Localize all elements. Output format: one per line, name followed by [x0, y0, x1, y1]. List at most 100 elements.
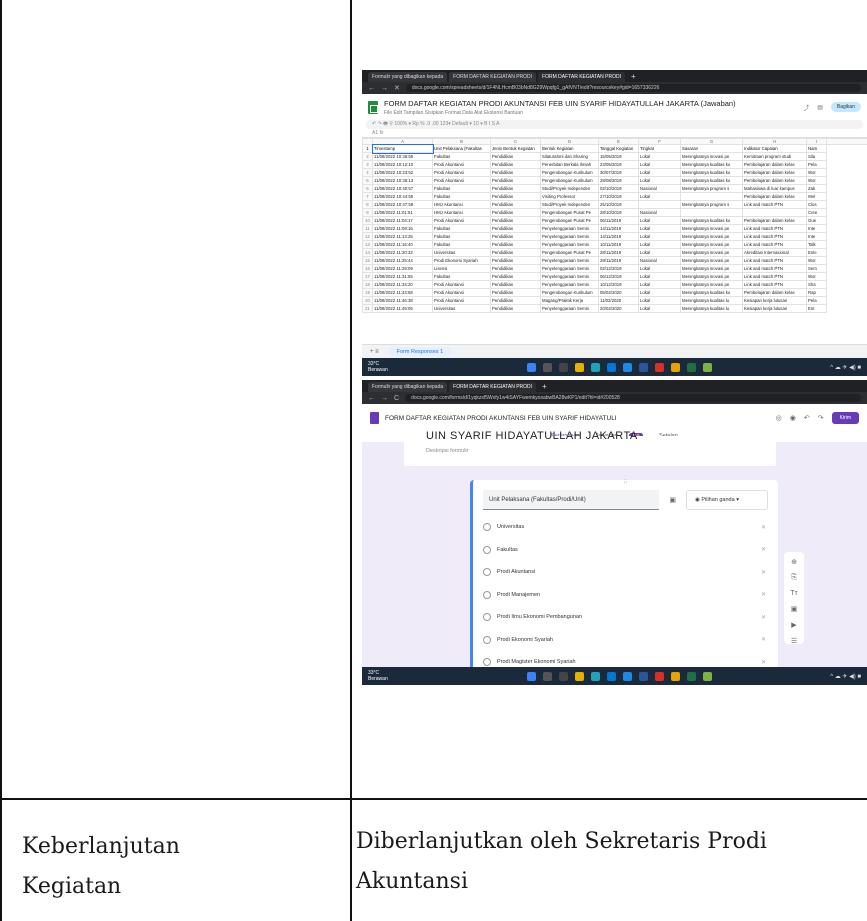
table-cell[interactable]: Meningkatnya kualitas lu	[680, 296, 743, 305]
trend-icon[interactable]: ⤴	[803, 103, 809, 112]
pdf-icon[interactable]	[654, 362, 664, 372]
table-cell[interactable]: Pendidikan	[490, 176, 541, 185]
taskview-icon[interactable]	[558, 362, 568, 372]
option-item[interactable]: Prodi Akuntansi ✕	[483, 561, 778, 584]
formula-bar[interactable]: A1 fx	[362, 129, 867, 138]
table-cell[interactable]: Meningkatnya inovasi pe	[680, 248, 743, 257]
table-cell[interactable]: Link and match PTN	[742, 232, 807, 241]
table-cell[interactable]: Visiting Professor	[540, 192, 599, 201]
close-icon[interactable]: ✕	[761, 569, 766, 576]
browser-tab[interactable]: FORM DAFTAR KEGIATAN PRODI	[449, 72, 537, 82]
undo-icon[interactable]: ↶	[804, 414, 810, 422]
search-icon[interactable]	[542, 671, 552, 681]
comment-icon[interactable]: ▤	[817, 104, 823, 111]
table-cell[interactable]: Lokal	[638, 152, 681, 161]
row-number[interactable]: 15	[362, 256, 373, 265]
table-cell[interactable]: Meningkatnya inovasi pe	[680, 152, 743, 161]
table-cell[interactable]: Wor	[806, 168, 827, 177]
table-cell[interactable]: Penyelenggaraan Semin	[540, 264, 599, 273]
table-cell[interactable]: Link and match PTN	[742, 224, 807, 233]
header-cell[interactable]: Nam	[806, 144, 827, 153]
table-cell[interactable]: 28/08/2019	[598, 176, 639, 185]
pdf-icon[interactable]	[654, 671, 664, 681]
header-cell[interactable]: Timestamp	[371, 143, 434, 154]
table-cell[interactable]: 28/10/2019	[598, 208, 639, 217]
table-cell[interactable]: Pendidikan	[490, 192, 541, 201]
import-icon[interactable]: ⎘	[791, 574, 797, 582]
back-icon[interactable]: ←	[368, 395, 375, 402]
browser-tab[interactable]: Formulir yang dibagikan kepada	[368, 382, 448, 392]
table-cell[interactable]: Enle	[806, 248, 827, 257]
option-label[interactable]: Universitas	[497, 524, 524, 530]
browser-tab-active[interactable]: FORM DAFTAR KEGIATAN PRODI	[538, 72, 625, 82]
table-cell[interactable]: Pendidikan	[490, 248, 541, 257]
table-cell[interactable]: 25/10/2019	[598, 200, 639, 209]
explorer-icon[interactable]	[574, 362, 584, 372]
table-cell[interactable]: Pendidikan	[490, 160, 541, 169]
table-cell[interactable]: Pela	[806, 160, 827, 169]
table-cell[interactable]: Pendidikan	[490, 216, 541, 225]
table-cell[interactable]: Prodi Akuntansi	[432, 288, 491, 297]
table-cell[interactable]: Lokal	[638, 296, 681, 305]
table-cell[interactable]: Akreditasi Internasional	[742, 248, 807, 257]
table-cell[interactable]: 28/11/2019	[598, 248, 639, 257]
table-cell[interactable]: Lokal	[638, 176, 681, 185]
start-icon[interactable]	[526, 671, 536, 681]
option-item[interactable]: Prodi Manajemen ✕	[483, 584, 778, 607]
chrome-icon[interactable]	[670, 362, 680, 372]
option-item[interactable]: Universitas ✕	[483, 516, 778, 539]
table-cell[interactable]: Studi/Proyek Independen	[540, 184, 599, 193]
table-cell[interactable]: Fakultas	[432, 152, 491, 161]
table-cell[interactable]: Prodi Akuntansi	[432, 280, 491, 289]
option-label[interactable]: Prodi Magister Ekonomi Syariah	[497, 659, 576, 665]
edge-icon[interactable]	[590, 362, 600, 372]
table-cell[interactable]: Ent	[806, 304, 827, 313]
row-number[interactable]: 13	[362, 240, 373, 249]
table-cell[interactable]: 14/11/2019	[598, 232, 639, 241]
table-cell[interactable]: Lokal	[638, 272, 681, 281]
table-cell[interactable]: Nasional	[638, 208, 681, 217]
radio-icon[interactable]	[483, 545, 491, 554]
word-icon[interactable]	[638, 362, 648, 372]
table-cell[interactable]: Meningkatnya kualitas ko	[680, 216, 743, 225]
question-type-select[interactable]: ◉ Pilihan ganda ▾	[686, 490, 768, 510]
table-cell[interactable]: Mahasiswa di luar kampus	[742, 184, 807, 193]
table-cell[interactable]: Fakultas	[432, 184, 491, 193]
table-cell[interactable]: 11/08/2022 10:47:58	[372, 200, 433, 209]
table-cell[interactable]: Lokal	[638, 240, 681, 249]
table-cell[interactable]: 11/08/2022 11:46:38	[372, 296, 433, 305]
table-cell[interactable]: Silaturahmi dan Sharing	[540, 152, 599, 161]
table-cell[interactable]: Wel	[806, 192, 827, 201]
table-cell[interactable]: Gue	[806, 216, 827, 225]
table-cell[interactable]: Universitas	[432, 304, 491, 313]
radio-icon[interactable]	[483, 635, 491, 644]
table-cell[interactable]: Meningkatnya inovasi pe	[680, 240, 743, 249]
row-number[interactable]: 4	[362, 168, 373, 177]
row-number[interactable]: 8	[362, 200, 373, 209]
column-letter[interactable]	[826, 138, 867, 145]
radio-icon[interactable]	[483, 568, 491, 577]
table-cell[interactable]: 11/08/2022 11:25:44	[372, 256, 433, 265]
table-cell[interactable]: Fakultas	[432, 224, 491, 233]
table-cell[interactable]: Wor	[806, 256, 827, 265]
row-number[interactable]: 18	[362, 280, 373, 289]
table-cell[interactable]: Meningkatnya inovasi pe	[680, 232, 743, 241]
table-cell[interactable]: Studi/Proyek Independen	[540, 200, 599, 209]
table-cell[interactable]: Lokal	[638, 224, 681, 233]
video-icon[interactable]: ▶	[791, 621, 796, 629]
system-tray[interactable]: ^ ☁ ✈ ◀) ■	[830, 673, 861, 680]
image-icon[interactable]: ▣	[669, 496, 676, 504]
add-question-icon[interactable]: ⊕	[791, 558, 797, 566]
table-cell[interactable]: Pembelajaran dalam kelas	[742, 160, 807, 169]
start-icon[interactable]	[526, 362, 536, 372]
table-cell[interactable]: 27/10/2019	[598, 192, 639, 201]
row-number[interactable]: 16	[362, 264, 373, 273]
table-cell[interactable]: Meningkatnya inovasi pe	[680, 256, 743, 265]
table-cell[interactable]: Prodi Akuntansi	[432, 176, 491, 185]
table-cell[interactable]: 11/08/2022 11:04:17	[372, 216, 433, 225]
table-cell[interactable]: Sila	[806, 152, 827, 161]
spreadsheet-grid[interactable]: A B C D E F G H I 1 Timestamp Unit Pelaksana (Fakul…	[362, 138, 867, 313]
table-cell[interactable]: Clos	[806, 200, 827, 209]
excel-icon[interactable]	[686, 362, 696, 372]
table-cell[interactable]: 20/02/2020	[598, 304, 639, 313]
